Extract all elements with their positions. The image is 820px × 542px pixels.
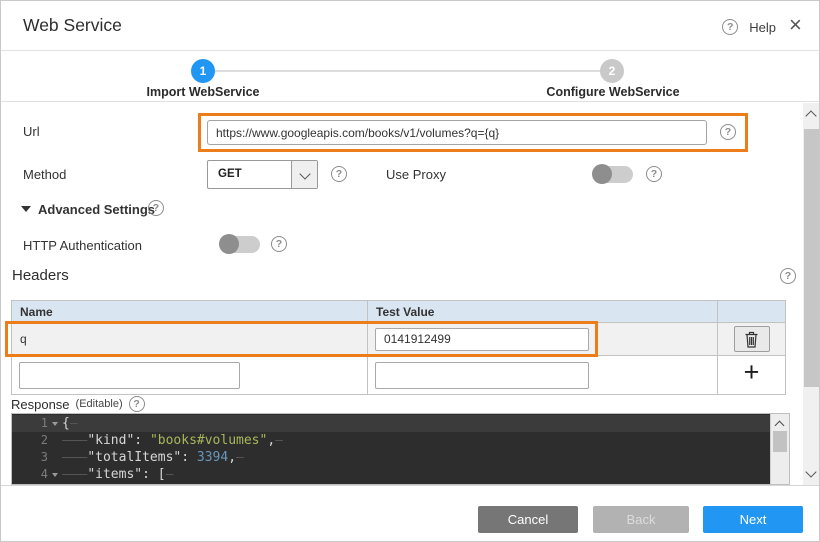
row-actions-cell (718, 323, 785, 355)
headers-section-title: Headers (12, 267, 69, 284)
method-help-icon[interactable] (331, 166, 347, 182)
editor-scrollbar-thumb[interactable] (773, 431, 787, 452)
fold-spacer (48, 432, 62, 449)
code-line[interactable]: 1{– (12, 415, 770, 432)
toggle-knob (592, 164, 612, 184)
new-name-cell (12, 356, 368, 394)
test-value-input[interactable] (375, 328, 589, 351)
code-line[interactable]: 4————"items": [– (12, 466, 770, 483)
headers-table: Name Test Value q (11, 300, 786, 395)
method-select[interactable]: GET (207, 160, 318, 189)
delete-row-button[interactable] (734, 326, 770, 352)
code-line[interactable]: 2————"kind": "books#volumes",– (12, 432, 770, 449)
response-help-icon[interactable] (129, 396, 145, 412)
row-actions-cell (718, 356, 785, 394)
fold-spacer (48, 449, 62, 466)
url-help-icon[interactable] (720, 124, 736, 140)
response-editor: 1{–2————"kind": "books#volumes",–3————"t… (11, 413, 790, 485)
dialog-footer: Cancel Back Next (1, 485, 820, 542)
use-proxy-label: Use Proxy (386, 167, 446, 182)
editor-scrollbar[interactable] (770, 414, 789, 484)
back-button[interactable]: Back (593, 506, 689, 533)
new-name-input[interactable] (19, 362, 240, 389)
new-value-input[interactable] (375, 362, 589, 389)
use-proxy-toggle[interactable] (592, 164, 633, 184)
method-select-value: GET (218, 161, 242, 188)
column-header-name: Name (12, 301, 368, 322)
http-auth-toggle[interactable] (219, 234, 260, 254)
column-header-actions (718, 301, 785, 322)
scroll-up-icon[interactable] (775, 421, 785, 431)
new-value-cell (368, 356, 718, 394)
dialog-header: Web Service Help (1, 1, 819, 51)
response-label-row: Response (Editable) (11, 396, 145, 412)
code-line[interactable]: 3————"totalItems": 3394,– (12, 449, 770, 466)
dialog-content: Url Method GET Use Proxy Advanced Settin… (1, 103, 820, 485)
url-label: Url (23, 124, 40, 139)
chevron-down-icon[interactable] (291, 161, 317, 188)
add-row-button[interactable] (737, 360, 767, 390)
stepper-connector (215, 70, 601, 72)
dialog-scrollbar-thumb[interactable] (804, 129, 819, 387)
response-label: Response (11, 397, 70, 412)
header-actions: Help (722, 18, 805, 36)
toggle-knob (219, 234, 239, 254)
page-title: Web Service (23, 15, 122, 36)
code-lines[interactable]: 1{–2————"kind": "books#volumes",–3————"t… (12, 414, 770, 484)
fold-caret-icon[interactable] (48, 415, 62, 432)
http-auth-label: HTTP Authentication (23, 238, 142, 253)
use-proxy-help-icon[interactable] (646, 166, 662, 182)
response-editable-label: (Editable) (76, 398, 123, 410)
url-input[interactable] (207, 120, 707, 145)
cancel-button[interactable]: Cancel (478, 506, 578, 533)
advanced-settings-help-icon[interactable] (148, 200, 164, 216)
dialog-scrollbar[interactable] (803, 103, 820, 485)
column-header-test-value: Test Value (368, 301, 718, 322)
advanced-settings-label[interactable]: Advanced Settings (38, 202, 155, 217)
table-row-new (12, 356, 785, 395)
web-service-dialog: Web Service Help 1 2 Import WebService C… (0, 0, 820, 542)
headers-table-head: Name Test Value (12, 301, 785, 323)
header-value-cell (368, 323, 718, 355)
step-2-circle[interactable]: 2 (600, 59, 624, 83)
scroll-up-icon[interactable] (805, 110, 816, 121)
help-icon[interactable] (722, 19, 738, 35)
close-icon[interactable] (787, 18, 805, 36)
header-name-cell[interactable]: q (12, 323, 368, 355)
wizard-stepper: 1 2 Import WebService Configure WebServi… (1, 52, 819, 102)
help-button[interactable]: Help (749, 20, 776, 35)
advanced-settings-collapse-icon[interactable] (21, 206, 31, 212)
step-1-circle[interactable]: 1 (191, 59, 215, 83)
http-auth-help-icon[interactable] (271, 236, 287, 252)
step-1-label: Import WebService (146, 85, 259, 99)
next-button[interactable]: Next (703, 506, 803, 533)
table-row: q (12, 323, 785, 356)
method-label: Method (23, 167, 66, 182)
scroll-down-icon[interactable] (805, 466, 816, 477)
step-2-label: Configure WebService (546, 85, 679, 99)
headers-help-icon[interactable] (780, 268, 796, 284)
fold-caret-icon[interactable] (48, 466, 62, 483)
trash-icon (744, 331, 759, 348)
